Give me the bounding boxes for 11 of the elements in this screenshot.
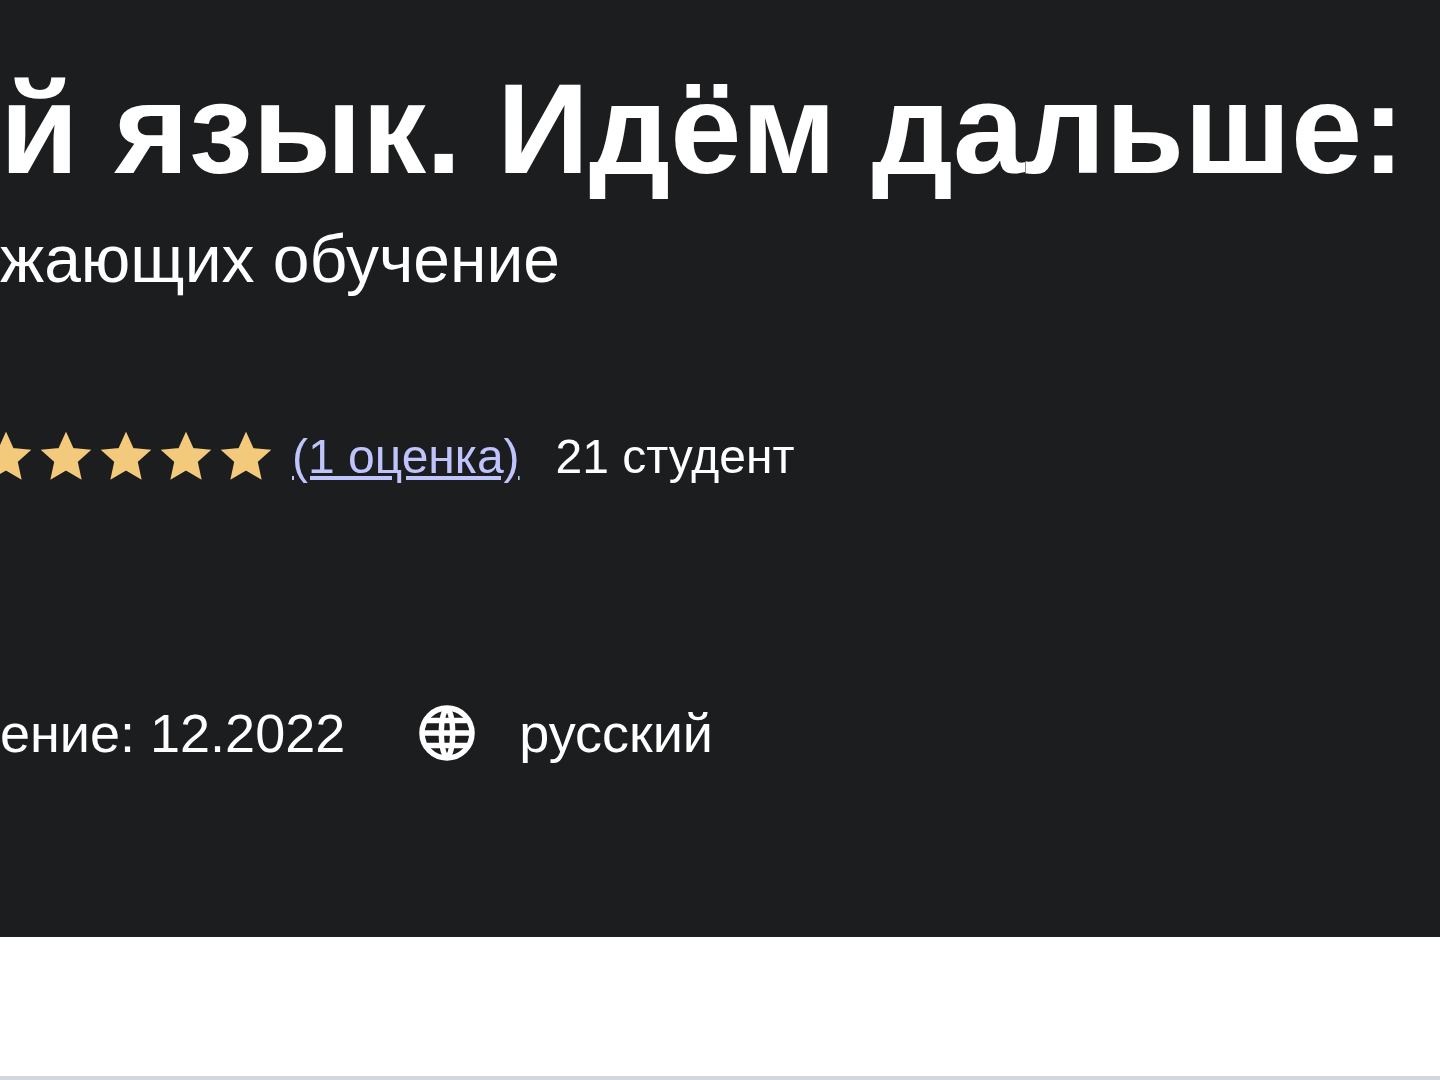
star-icon xyxy=(160,431,212,482)
course-subtitle: жающих обучение xyxy=(0,220,562,298)
course-title: й язык. Идём дальше: xyxy=(0,56,1406,202)
star-icon xyxy=(220,431,272,482)
last-updated: ение: 12.2022 xyxy=(0,701,346,765)
student-count: 21 студент xyxy=(555,428,795,485)
star-icon xyxy=(40,431,92,482)
globe-icon xyxy=(417,703,478,764)
rating-count-link[interactable]: (1 оценка) xyxy=(292,420,520,493)
course-language: русский xyxy=(519,701,714,765)
star-icon xyxy=(100,431,152,482)
